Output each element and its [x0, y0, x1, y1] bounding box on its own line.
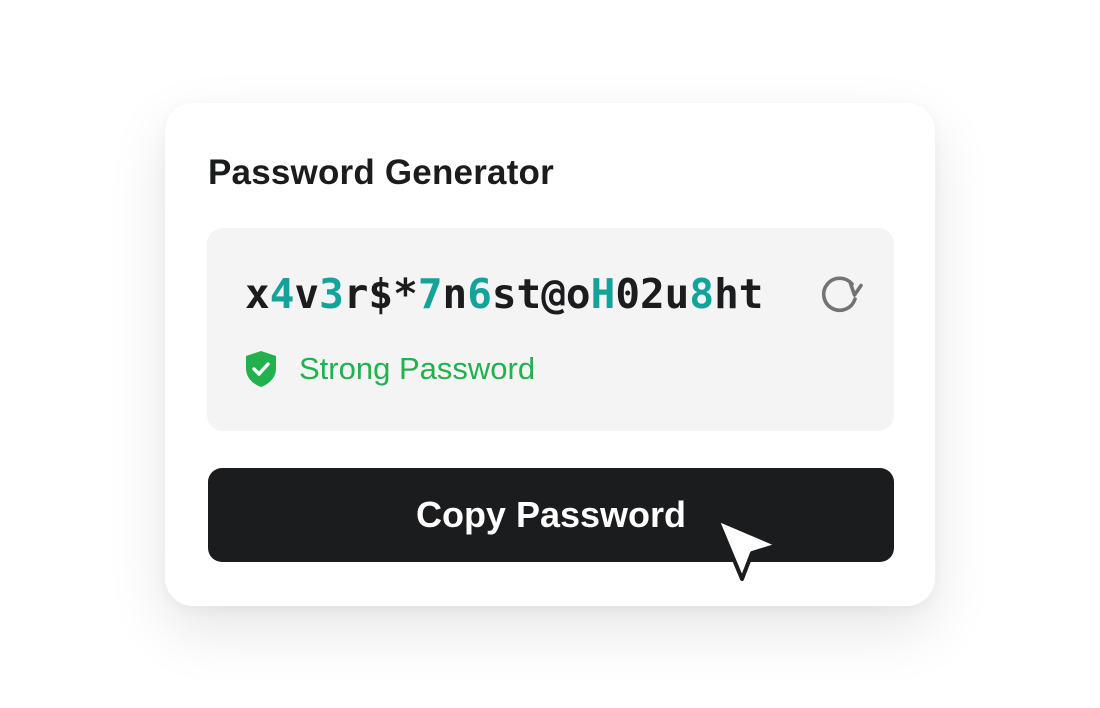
password-char: n [442, 270, 468, 318]
strength-label: Strong Password [299, 351, 536, 386]
password-char-accent: 8 [689, 270, 715, 318]
password-char: ht [714, 270, 764, 318]
password-char: v [294, 270, 320, 318]
page-title: Password Generator [208, 153, 554, 192]
password-char: st@o [491, 270, 591, 318]
password-char: x [245, 270, 270, 318]
password-char: r$* [343, 270, 418, 318]
strength-indicator: Strong Password [243, 350, 535, 388]
password-char-accent: 7 [417, 270, 443, 318]
copy-password-button[interactable]: Copy Password [208, 468, 894, 562]
password-char: 02u [615, 270, 690, 318]
password-generator-card: Password Generator x4v3r$*7n6st@oH02u8ht… [165, 103, 935, 606]
password-char-accent: H [590, 270, 616, 318]
password-char-accent: 3 [319, 270, 344, 318]
password-char-accent: 6 [467, 270, 492, 318]
password-display-box: x4v3r$*7n6st@oH02u8ht Strong Password [207, 228, 894, 431]
generated-password[interactable]: x4v3r$*7n6st@oH02u8ht [245, 270, 763, 318]
shield-check-icon [243, 350, 279, 388]
password-char-accent: 4 [269, 270, 295, 318]
refresh-icon[interactable] [815, 269, 865, 319]
stage: Password Generator x4v3r$*7n6st@oH02u8ht… [0, 0, 1100, 708]
